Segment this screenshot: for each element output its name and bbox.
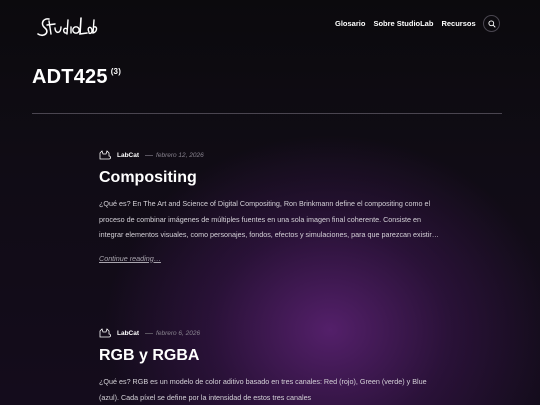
post-meta: LabCat febrero 12, 2026	[99, 150, 439, 160]
meta-separator	[145, 332, 154, 334]
post-card: LabCat febrero 6, 2026 RGB y RGBA ¿Qué e…	[99, 328, 439, 405]
site-header: Glosario Sobre StudioLab Recursos	[0, 0, 540, 50]
nav-item-glosario[interactable]: Glosario	[335, 19, 365, 28]
post-date[interactable]: febrero 6, 2026	[156, 330, 200, 337]
search-button[interactable]	[483, 15, 500, 32]
main-nav: Glosario Sobre StudioLab Recursos	[335, 19, 476, 28]
nav-item-sobre-studiolab[interactable]: Sobre StudioLab	[373, 19, 433, 28]
archive-title: ADT425 (3)	[32, 66, 121, 89]
post-author[interactable]: LabCat	[117, 152, 139, 159]
post-title[interactable]: RGB y RGBA	[99, 347, 439, 365]
search-icon	[487, 19, 495, 27]
cat-avatar-icon	[99, 328, 111, 338]
post-meta: LabCat febrero 6, 2026	[99, 328, 439, 338]
post-author[interactable]: LabCat	[117, 330, 139, 337]
post-excerpt: ¿Qué es? En The Art and Science of Digit…	[99, 199, 439, 239]
post-title[interactable]: Compositing	[99, 169, 439, 187]
archive-post-count: (3)	[110, 67, 122, 76]
studiolab-logo[interactable]	[34, 12, 98, 42]
post-card: LabCat febrero 12, 2026 Compositing ¿Qué…	[99, 150, 439, 266]
nav-item-recursos[interactable]: Recursos	[441, 19, 475, 28]
post-date[interactable]: febrero 12, 2026	[156, 152, 204, 159]
post-excerpt: ¿Qué es? RGB es un modelo de color aditi…	[99, 377, 427, 402]
cat-avatar-icon	[99, 150, 111, 160]
archive-title-text: ADT425	[32, 66, 108, 88]
continue-reading-link[interactable]: Continue reading…	[99, 254, 161, 263]
meta-separator	[145, 154, 154, 156]
title-divider	[32, 113, 502, 114]
